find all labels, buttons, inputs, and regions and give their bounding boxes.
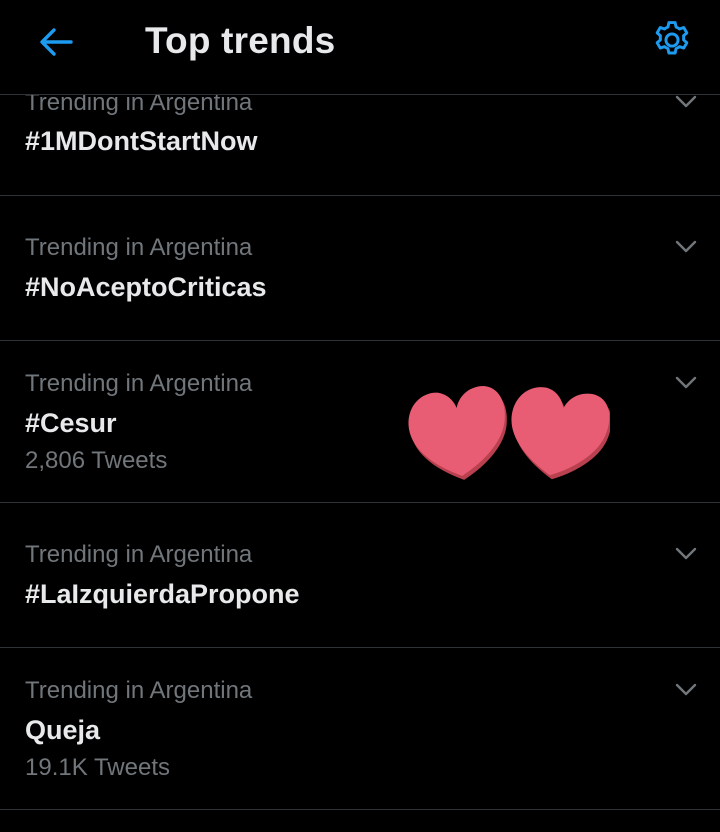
arrow-left-icon	[40, 28, 73, 56]
trend-context: Trending in Argentina	[25, 370, 253, 397]
chevron-down-icon[interactable]	[670, 235, 702, 259]
chevron-down-icon[interactable]	[670, 542, 702, 566]
trend-name: #1MDontStartNow	[25, 126, 258, 156]
page-title: Top trends	[145, 20, 336, 61]
top-bar: Top trends	[0, 0, 720, 95]
trend-row-2[interactable]: Trending in Argentina #NoAceptoCriticas	[0, 196, 720, 341]
tweet-count: 2,806 Tweets	[25, 447, 168, 474]
trend-context: Trending in Argentina	[25, 541, 253, 568]
trend-context: Trending in Argentina	[25, 234, 253, 261]
heart-right-icon	[504, 383, 615, 487]
trend-name: #NoAceptoCriticas	[25, 272, 267, 302]
trend-row-4[interactable]: Trending in Argentina #LaIzquierdaPropon…	[0, 503, 720, 648]
back-button[interactable]	[30, 18, 82, 66]
settings-button[interactable]	[646, 14, 698, 66]
chevron-down-icon[interactable]	[670, 678, 702, 702]
trend-name: #LaIzquierdaPropone	[25, 579, 300, 609]
tweet-count: 19.1K Tweets	[25, 754, 170, 781]
heart-left-icon	[404, 383, 515, 487]
trend-name: #Cesur	[25, 408, 117, 438]
trend-name: Queja	[25, 715, 101, 745]
chevron-down-icon[interactable]	[670, 371, 702, 395]
gear-icon	[655, 21, 689, 55]
trend-row-5[interactable]: Trending in Argentina Queja 19.1K Tweets	[0, 648, 720, 810]
trend-context: Trending in Argentina	[25, 677, 253, 704]
two-hearts-sticker	[400, 378, 615, 488]
trend-row-3[interactable]: Trending in Argentina #Cesur 2,806 Tweet…	[0, 341, 720, 503]
